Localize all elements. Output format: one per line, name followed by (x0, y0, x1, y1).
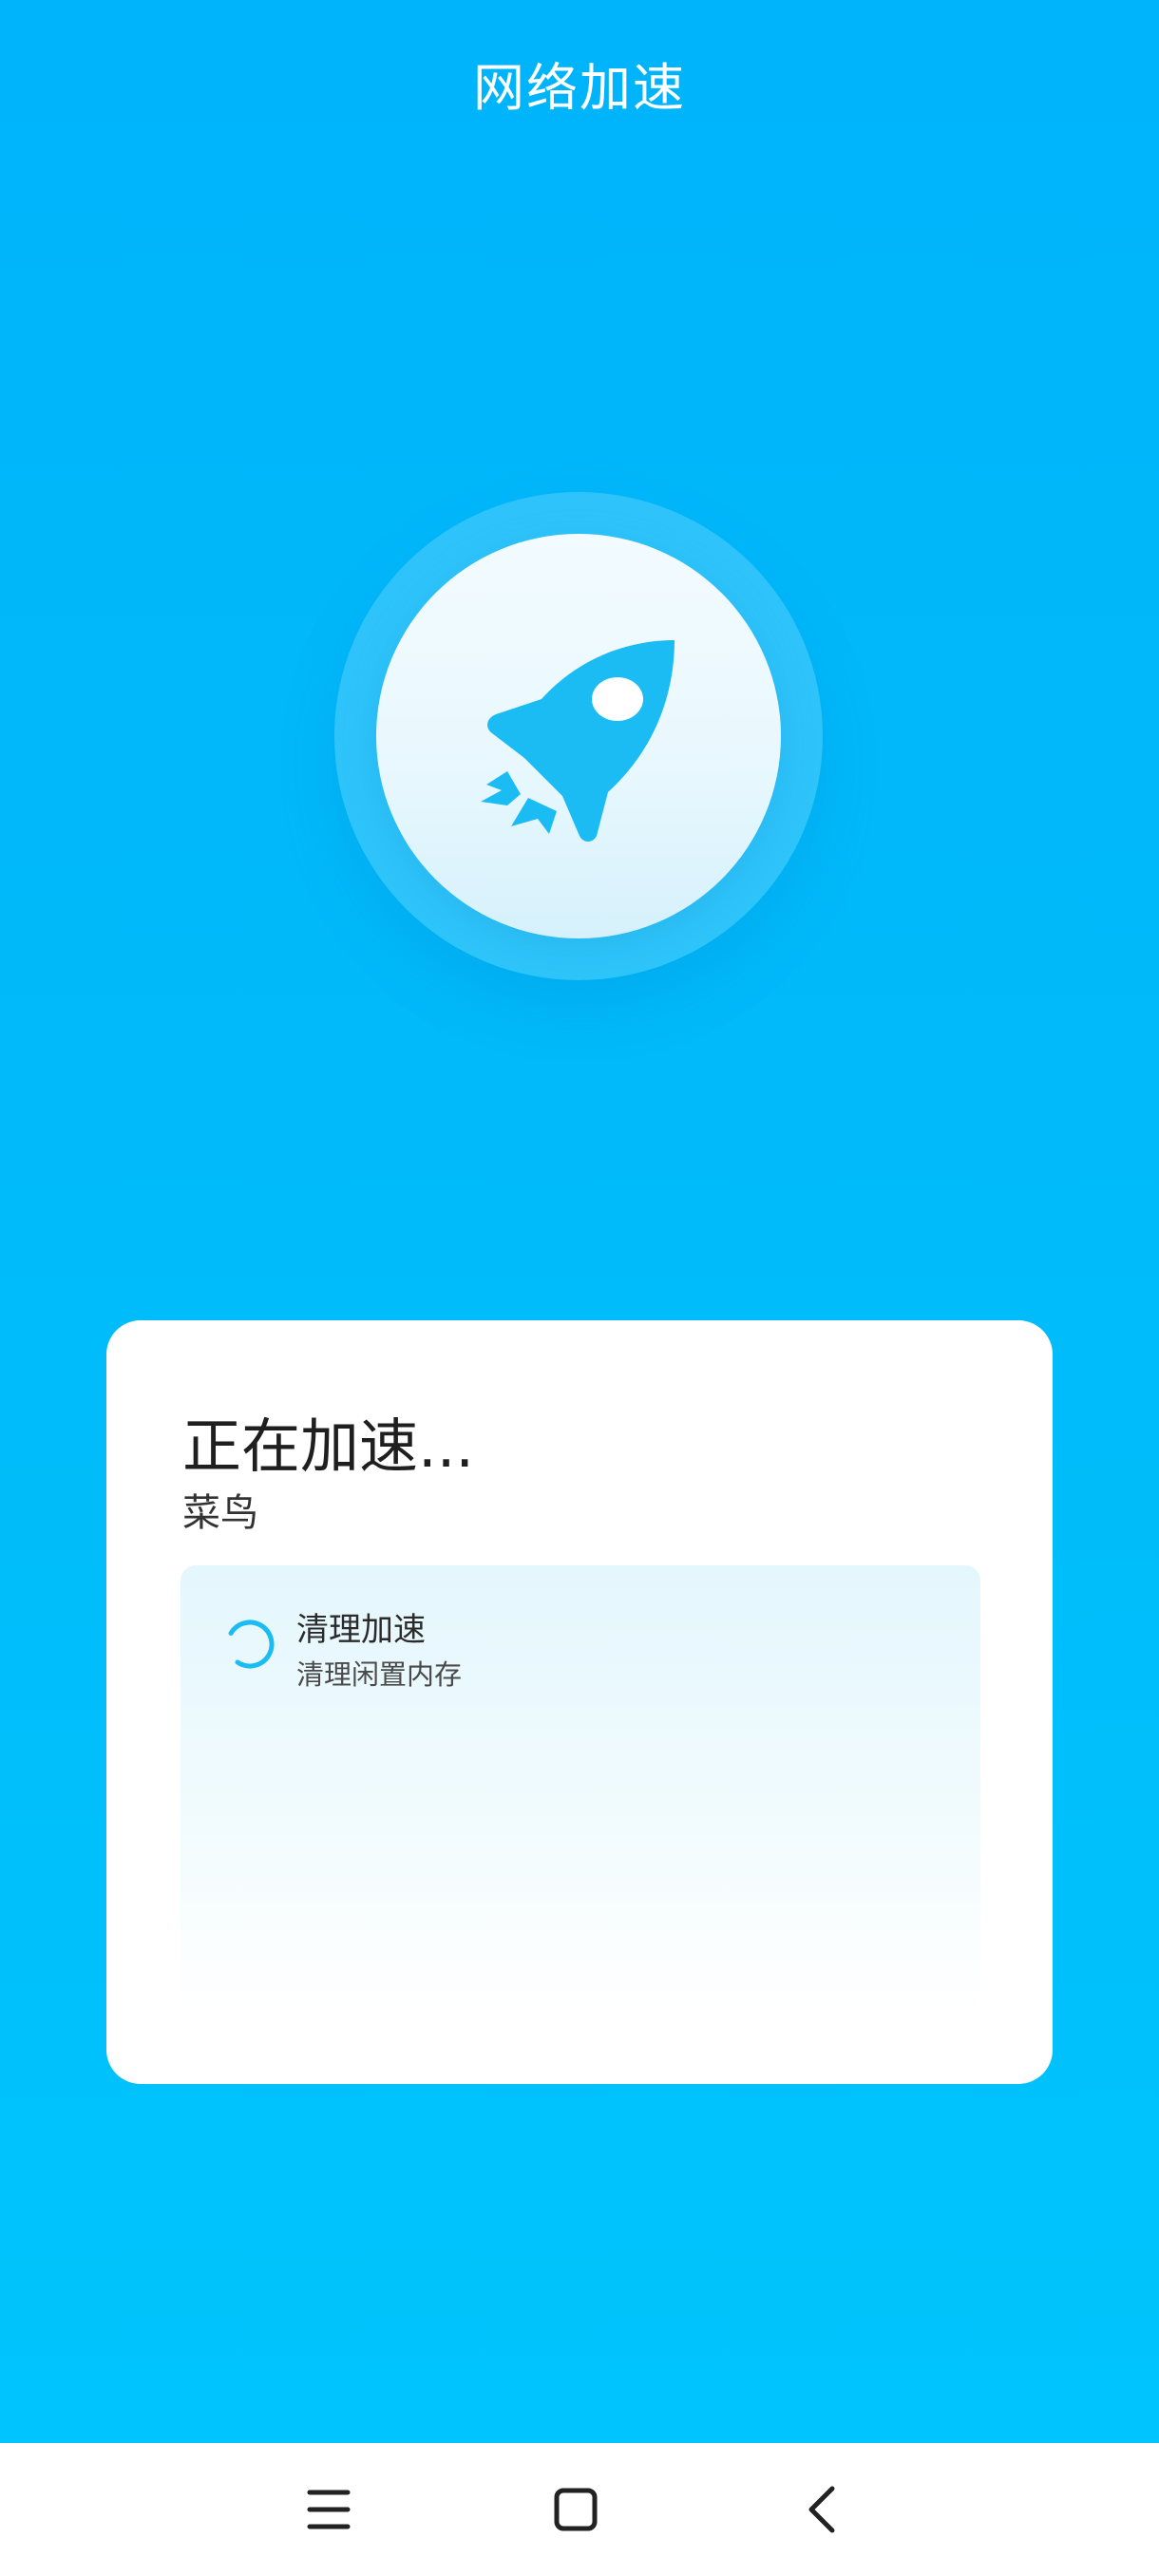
page-title: 网络加速 (473, 58, 686, 118)
task-description: 清理闲置内存 (296, 1658, 463, 1691)
acceleration-card: 正在加速... 菜鸟 清理加速 清理闲置内存 (106, 1320, 1053, 2084)
task-list: 清理加速 清理闲置内存 (180, 1565, 980, 2012)
accelerated-app-name: 菜鸟 (182, 1491, 258, 1535)
menu-icon[interactable] (291, 2472, 367, 2548)
loading-spinner-icon (225, 1619, 275, 1669)
acceleration-status-title: 正在加速... (182, 1411, 475, 1481)
back-icon[interactable] (785, 2472, 861, 2548)
home-icon[interactable] (538, 2472, 614, 2548)
rocket-icon (481, 640, 674, 842)
task-title: 清理加速 (296, 1611, 426, 1649)
accelerate-screen: 网络加速 正在加速... 菜鸟 清理加速 清理闲置内存 (0, 0, 1159, 2443)
system-navigation-bar (0, 2443, 1159, 2576)
